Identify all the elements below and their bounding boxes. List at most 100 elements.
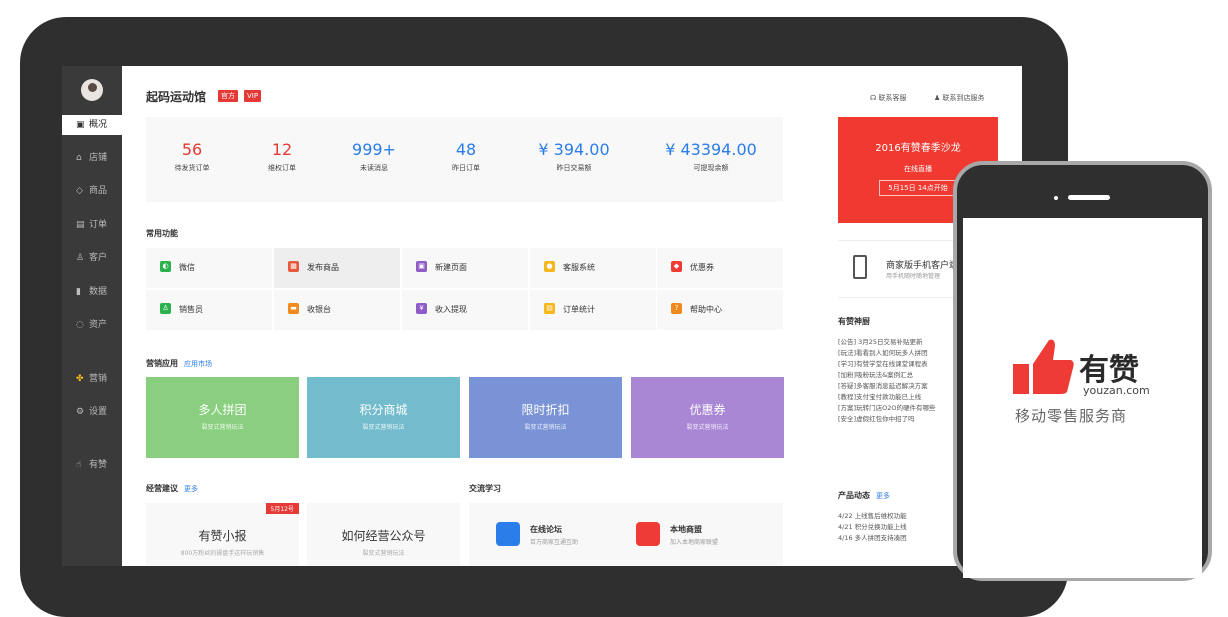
- stat-unread-messages[interactable]: 999+ 未读消息: [346, 141, 402, 173]
- news-item[interactable]: [加粉]吸粉玩法&案例汇总: [838, 370, 935, 381]
- marketing-card-points-mall[interactable]: 积分商城 裂变式营销玩法: [307, 377, 460, 458]
- dashboard-icon: ▣: [76, 120, 85, 130]
- product-news-list: 4/22 上线售后维权功能 4/21 积分兑换功能上线 4/16 多人拼团支持凑…: [838, 511, 907, 544]
- marketing-card-coupon[interactable]: 优惠券 裂变式营销玩法: [631, 377, 784, 458]
- cashier-icon: ▬: [288, 303, 299, 314]
- user-icon: ♟: [934, 94, 941, 102]
- function-new-page[interactable]: ▣ 新建页面: [402, 248, 528, 288]
- user-icon: ♙: [76, 253, 85, 263]
- chart-icon: ▮: [76, 287, 81, 297]
- sidebar-item-marketing[interactable]: ✤ 营销: [62, 369, 122, 389]
- stats-icon: ▤: [544, 303, 555, 314]
- marketing-title: 营销应用 应用市场: [146, 359, 212, 368]
- sidebar-item-overview[interactable]: ▣ 概况: [62, 115, 122, 135]
- promo-date: 5月15日 14点开始: [879, 180, 957, 196]
- product-news-item[interactable]: 4/16 多人拼团支持凑团: [838, 533, 907, 544]
- stat-withdrawable-balance[interactable]: ¥ 43394.00 可提现余额: [652, 141, 770, 173]
- publish-icon: ▦: [288, 261, 299, 272]
- function-help-center[interactable]: ? 帮助中心: [657, 290, 783, 330]
- news-item[interactable]: [方案]玩转门店O2O的硬件有哪些: [838, 403, 935, 414]
- function-cashier[interactable]: ▬ 收银台: [274, 290, 400, 330]
- marketing-card-group-buy[interactable]: 多人拼团 裂变式营销玩法: [146, 377, 299, 458]
- sidebar-item-products[interactable]: ◇ 商品: [62, 181, 122, 201]
- main-content: 起码运动馆 官方 VIP ☊ 联系客服 ♟ 联系到店服务 56 待发货订单 12 维…: [122, 66, 1022, 566]
- news-item[interactable]: [玩法]看看别人如何玩多人拼团: [838, 348, 935, 359]
- product-news-title: 产品动态 更多: [838, 491, 890, 500]
- brand-name: 有赞: [1079, 353, 1139, 388]
- news-item[interactable]: [答疑]多客服消息延迟解决方案: [838, 381, 935, 392]
- gear-icon: ⚙: [76, 407, 85, 417]
- news-list: [公告] 3月25日交易补贴更新 [玩法]看看别人如何玩多人拼团 [学习]有赞学…: [838, 337, 935, 425]
- function-salesperson[interactable]: ♙ 销售员: [146, 290, 272, 330]
- sidebar-item-store[interactable]: ⌂ 店铺: [62, 148, 122, 168]
- yen-icon: ¥: [416, 303, 427, 314]
- store-icon: ⌂: [76, 153, 82, 163]
- function-order-stats[interactable]: ▤ 订单统计: [530, 290, 656, 330]
- order-icon: ▤: [76, 220, 85, 230]
- thumbs-up-logo-icon: [1013, 339, 1074, 394]
- sidebar-item-assets[interactable]: ◌ 资产: [62, 315, 122, 335]
- stat-yesterday-revenue[interactable]: ¥ 394.00 昨日交易额: [524, 141, 624, 173]
- wallet-icon: ◌: [76, 320, 84, 330]
- stat-rights-orders[interactable]: 12 维权订单: [258, 141, 306, 173]
- function-customer-service[interactable]: ● 客服系统: [530, 248, 656, 288]
- advice-card-newsletter[interactable]: 5月12号 有赞小报 800万粉丝的操盘手这样玩销售: [146, 503, 299, 566]
- product-news-item[interactable]: 4/22 上线售后维权功能: [838, 511, 907, 522]
- news-title: 有赞神厨: [838, 317, 870, 326]
- sidebar-item-data[interactable]: ▮ 数据: [62, 282, 122, 302]
- forum-icon: [496, 522, 520, 546]
- advice-title: 经营建议 更多: [146, 484, 198, 493]
- product-news-item[interactable]: 4/21 积分兑换功能上线: [838, 522, 907, 533]
- coupon-icon: ◆: [671, 261, 682, 272]
- vip-badge: VIP: [244, 90, 262, 102]
- product-news-more-link[interactable]: 更多: [876, 492, 890, 500]
- sidebar: ▣ 概况 ⌂ 店铺 ◇ 商品 ▤ 订单 ♙ 客户 ▮ 数据 ◌ 资产 ✤ 营销 ⚙ 设置 ☝ 有赞: [62, 66, 122, 566]
- common-functions-grid: ◐ 微信 ▦ 发布商品 ▣ 新建页面 ● 客服系统 ◆ 优惠券 ♙ 销售员 ▬ 收银台 ¥ 收入…: [146, 248, 783, 330]
- news-item[interactable]: [教程]支付宝付款功能已上线: [838, 392, 935, 403]
- shop-name: 起码运动馆: [146, 90, 207, 104]
- contact-store-service-link[interactable]: ♟ 联系到店服务: [934, 93, 985, 103]
- dashboard-screen: ▣ 概况 ⌂ 店铺 ◇ 商品 ▤ 订单 ♙ 客户 ▮ 数据 ◌ 资产 ✤ 营销 ⚙ 设置 ☝ 有赞 …: [62, 66, 1022, 566]
- phone-frame: 有赞 youzan.com 移动零售服务商: [953, 161, 1212, 581]
- learning-title: 交流学习: [469, 484, 501, 493]
- advice-card-official-account[interactable]: 如何经营公众号 裂变式营销玩法: [307, 503, 460, 566]
- phone-screen: 有赞 youzan.com 移动零售服务商: [963, 218, 1202, 578]
- sidebar-item-orders[interactable]: ▤ 订单: [62, 215, 122, 235]
- function-coupon[interactable]: ◆ 优惠券: [657, 248, 783, 288]
- phone-speaker: [1068, 195, 1110, 200]
- app-market-link[interactable]: 应用市场: [184, 360, 212, 368]
- brand-domain: youzan.com: [1083, 384, 1150, 397]
- common-functions-title: 常用功能: [146, 229, 178, 238]
- help-icon: ?: [671, 303, 682, 314]
- official-badge: 官方: [218, 90, 238, 102]
- tag-icon: ◇: [76, 186, 83, 196]
- salesperson-icon: ♙: [160, 303, 171, 314]
- headset-icon: ☊: [870, 94, 877, 102]
- stat-yesterday-orders[interactable]: 48 昨日订单: [440, 141, 492, 173]
- function-publish-product[interactable]: ▦ 发布商品: [274, 248, 400, 288]
- avatar[interactable]: [81, 79, 103, 101]
- chat-icon: ●: [544, 261, 555, 272]
- thumbs-up-icon: ☝: [76, 460, 82, 470]
- sidebar-item-youzan[interactable]: ☝ 有赞: [62, 455, 122, 475]
- phone-camera: [1054, 196, 1058, 200]
- news-item[interactable]: [公告] 3月25日交易补贴更新: [838, 337, 935, 348]
- sidebar-item-customers[interactable]: ♙ 客户: [62, 248, 122, 268]
- stat-pending-shipment[interactable]: 56 待发货订单: [168, 141, 216, 173]
- date-ribbon: 5月12号: [265, 503, 299, 514]
- alliance-icon: [636, 522, 660, 546]
- news-item[interactable]: [学习]有赞学堂在线课堂课程表: [838, 359, 935, 370]
- brand-slogan: 移动零售服务商: [1015, 407, 1128, 425]
- sidebar-item-settings[interactable]: ⚙ 设置: [62, 402, 122, 422]
- wechat-icon: ◐: [160, 261, 171, 272]
- phone-icon: [853, 255, 867, 279]
- contact-support-link[interactable]: ☊ 联系客服: [870, 93, 906, 103]
- marketing-card-flash-discount[interactable]: 限时折扣 裂变式营销玩法: [469, 377, 622, 458]
- function-withdraw[interactable]: ¥ 收入提现: [402, 290, 528, 330]
- page-icon: ▣: [416, 261, 427, 272]
- apps-icon: ✤: [76, 374, 84, 384]
- stats-panel: 56 待发货订单 12 维权订单 999+ 未读消息 48 昨日订单 ¥ 394.00 昨…: [146, 117, 783, 202]
- advice-more-link[interactable]: 更多: [184, 485, 198, 493]
- function-wechat[interactable]: ◐ 微信: [146, 248, 272, 288]
- news-item[interactable]: [安全]虚假红包你中招了吗: [838, 414, 935, 425]
